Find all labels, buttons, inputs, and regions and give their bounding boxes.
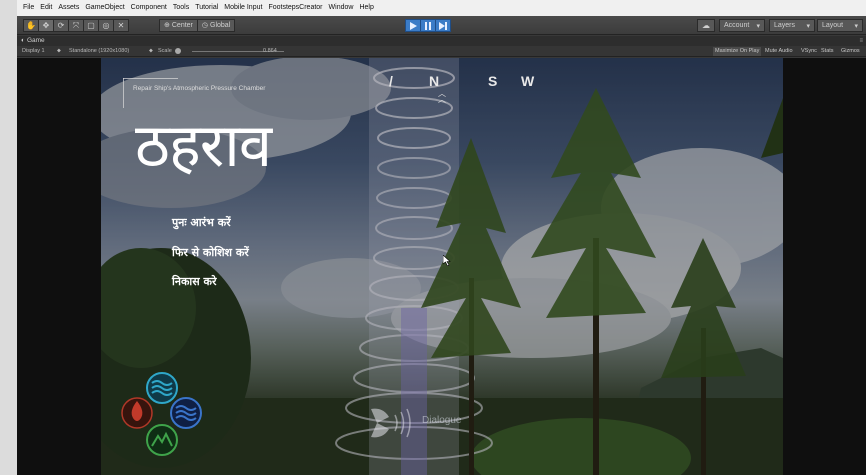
mouse-cursor-icon xyxy=(443,255,451,266)
tab-game-label: Game xyxy=(26,37,45,44)
menu-window[interactable]: Window xyxy=(326,0,357,16)
pivot-icon: ⊕ xyxy=(164,22,170,29)
unity-editor-window: File Edit Assets GameObject Component To… xyxy=(17,0,866,475)
cloud-button[interactable]: ☁ xyxy=(697,19,715,32)
location-label: Repair Ship's Atmospheric Pressure Chamb… xyxy=(133,85,266,92)
chevron-down-icon: ⬥ xyxy=(57,48,61,54)
pivot-center-button[interactable]: ⊕ Center xyxy=(159,19,198,32)
pivot-toggles: ⊕ Center ◷ Global xyxy=(159,19,236,32)
compass-west: W xyxy=(521,73,535,89)
gizmos-toggle[interactable]: Gizmos xyxy=(839,47,862,56)
menu-footsteps-creator[interactable]: FootstepsCreator xyxy=(265,0,325,16)
display-dropdown[interactable]: Display 1 xyxy=(22,46,45,57)
hand-icon: ✋ xyxy=(26,21,36,30)
compass-marker-icon: ︿ ︿ xyxy=(438,89,446,104)
transform-icon: ◎ xyxy=(102,21,110,30)
rotation-label: Global xyxy=(210,22,231,29)
layout-label: Layout xyxy=(822,22,844,29)
pivot-global-button[interactable]: ◷ Global xyxy=(196,19,236,32)
layout-dropdown[interactable]: Layout ▾ xyxy=(817,19,863,32)
pause-button[interactable] xyxy=(420,19,436,32)
game-view-toolbar: Display 1 ⬥ Standalone (1920x1080) ⬥ Sca… xyxy=(17,46,866,57)
rotate-icon: ⟳ xyxy=(57,21,65,30)
game-scene[interactable]: Repair Ship's Atmospheric Pressure Chamb… xyxy=(101,58,783,475)
globe-icon: ◷ xyxy=(201,22,208,29)
chevron-down-icon: ▾ xyxy=(854,22,858,30)
menu-tools[interactable]: Tools xyxy=(170,0,192,16)
scale-icon: ⤧ xyxy=(72,20,80,30)
resolution-dropdown[interactable]: Standalone (1920x1080) xyxy=(69,46,129,57)
chevron-down-icon: ▾ xyxy=(756,22,760,30)
dialogue-speaker-icon xyxy=(371,408,411,438)
menu-component[interactable]: Component xyxy=(128,0,170,16)
account-label: Account xyxy=(724,22,750,29)
compass-north: N xyxy=(429,73,440,89)
play-button[interactable] xyxy=(405,19,421,32)
account-dropdown[interactable]: Account ▾ xyxy=(719,19,765,32)
left-gutter xyxy=(0,0,17,475)
layout-group: Layout ▾ xyxy=(817,19,863,32)
earth-element-icon[interactable] xyxy=(146,424,178,456)
cloud-icon: ☁ xyxy=(702,21,710,30)
tab-menu-icon[interactable]: ≡ xyxy=(859,36,863,46)
location-bracket-vertical xyxy=(123,78,124,108)
pause-icon xyxy=(425,21,431,30)
rect-tool-button[interactable]: ▢ xyxy=(83,19,99,32)
wind-element-icon[interactable] xyxy=(170,397,202,429)
collab-group: ☁ xyxy=(697,19,715,32)
menu-mobile-input[interactable]: Mobile Input xyxy=(221,0,265,16)
menu-bar: File Edit Assets GameObject Component To… xyxy=(17,0,866,16)
scale-label: Scale xyxy=(158,48,172,54)
menu-edit[interactable]: Edit xyxy=(37,0,55,16)
menu-file[interactable]: File xyxy=(20,0,37,16)
hand-tool-button[interactable]: ✋ xyxy=(23,19,39,32)
tab-game[interactable]: ◐ Game xyxy=(21,36,45,46)
menu-assets[interactable]: Assets xyxy=(55,0,82,16)
game-controller-icon: ◐ xyxy=(21,37,25,44)
vsync-toggle[interactable]: VSync xyxy=(799,47,819,56)
menu-help[interactable]: Help xyxy=(356,0,376,16)
chevron-down-icon: ⬥ xyxy=(149,48,153,54)
menu-gameobject[interactable]: GameObject xyxy=(82,0,127,16)
layers-dropdown[interactable]: Layers ▾ xyxy=(769,19,815,32)
menu-tutorial[interactable]: Tutorial xyxy=(192,0,221,16)
main-toolbar: ✋ ✥ ⟳ ⤧ ▢ ◎ ✕ ⊕ Center ◷ Global ☁ Accoun… xyxy=(17,16,866,35)
step-icon xyxy=(439,21,447,30)
scale-tool-button[interactable]: ⤧ xyxy=(68,19,84,32)
stats-toggle[interactable]: Stats xyxy=(819,47,836,56)
play-icon xyxy=(410,21,417,30)
layers-label: Layers xyxy=(774,22,796,29)
exit-option[interactable]: निकास करे xyxy=(172,274,216,289)
water-element-icon[interactable] xyxy=(146,372,178,404)
transform-tool-button[interactable]: ◎ xyxy=(98,19,114,32)
scale-value: 0.864 xyxy=(263,48,277,54)
transform-tools: ✋ ✥ ⟳ ⤧ ▢ ◎ ✕ xyxy=(23,19,129,32)
fire-element-icon[interactable] xyxy=(121,397,153,429)
maximize-on-play-toggle[interactable]: Maximize On Play xyxy=(713,47,762,56)
scale-slider-handle[interactable] xyxy=(175,48,181,54)
account-group: Account ▾ xyxy=(719,19,765,32)
custom-tool-button[interactable]: ✕ xyxy=(113,19,129,32)
compass-strip: / N S W xyxy=(371,73,535,91)
retry-option[interactable]: फिर से कोशिश करें xyxy=(172,245,249,260)
compass-south: S xyxy=(488,73,498,89)
pivot-label: Center xyxy=(171,22,193,29)
tab-bar: ◐ Game ≡ xyxy=(17,36,866,46)
tools-icon: ✕ xyxy=(117,21,125,30)
move-icon: ✥ xyxy=(42,21,50,30)
rotate-tool-button[interactable]: ⟳ xyxy=(53,19,69,32)
pause-title: ठहराव xyxy=(135,111,272,181)
rect-icon: ▢ xyxy=(87,21,95,30)
resume-option[interactable]: पुनः आरंभ करें xyxy=(172,215,231,230)
element-selector xyxy=(121,372,202,456)
layers-group: Layers ▾ xyxy=(769,19,815,32)
move-tool-button[interactable]: ✥ xyxy=(38,19,54,32)
step-button[interactable] xyxy=(435,19,451,32)
compass-tick: / xyxy=(389,73,393,89)
location-bracket-horizontal xyxy=(123,78,178,79)
chevron-down-icon: ▾ xyxy=(806,22,810,30)
dialogue-label: Dialogue xyxy=(422,415,462,426)
mute-audio-toggle[interactable]: Mute Audio xyxy=(763,47,795,56)
playback-controls xyxy=(405,19,451,32)
